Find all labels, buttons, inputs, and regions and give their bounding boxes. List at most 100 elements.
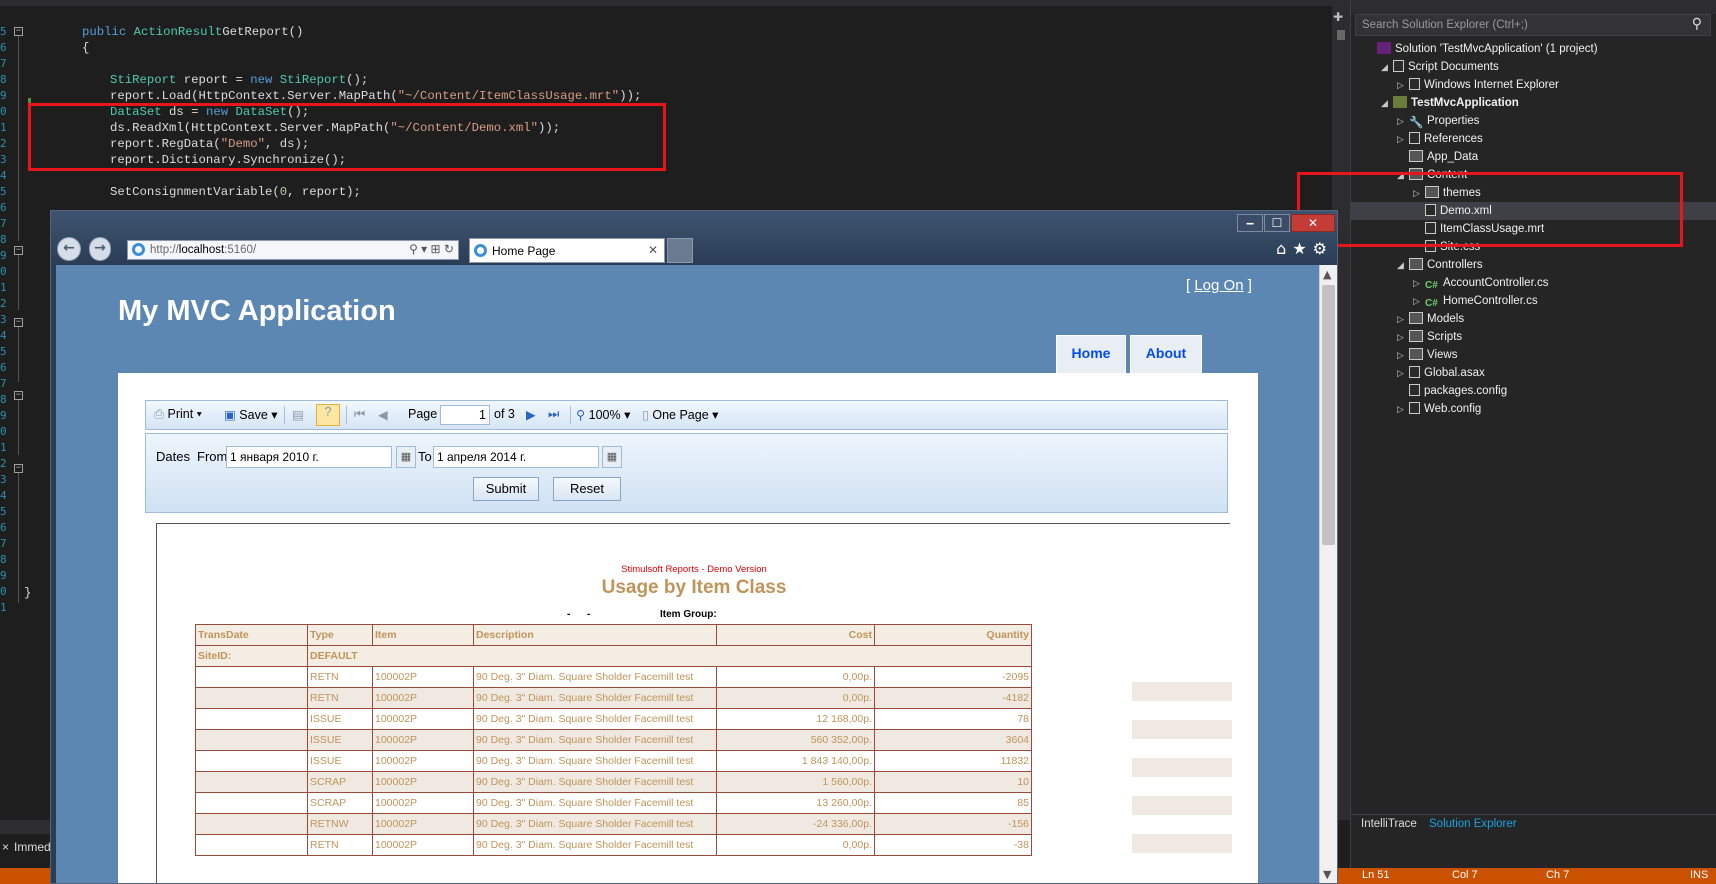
search-icon[interactable]: ⚲ [1692, 16, 1702, 32]
collapsed-arrow-icon[interactable]: ▷ [1397, 112, 1409, 130]
expanded-arrow-icon[interactable]: ◢ [1397, 256, 1409, 274]
tab-solution-explorer[interactable]: Solution Explorer [1429, 818, 1517, 830]
collapse-icon[interactable]: − [14, 318, 23, 327]
tree-item[interactable]: ◢ TestMvcApplication [1351, 94, 1716, 112]
menu-home[interactable]: Home [1056, 335, 1126, 373]
row-shading [1132, 720, 1232, 739]
to-date-input[interactable]: 1 апреля 2014 г. [433, 446, 599, 468]
tree-item[interactable]: ▷ Models [1351, 310, 1716, 328]
solution-explorer-toolbar[interactable] [1351, 0, 1716, 14]
back-button[interactable]: ← [57, 237, 81, 261]
table-cell-cost: 12 168,00р. [716, 708, 875, 730]
close-window-button[interactable]: ✕ [1291, 214, 1335, 232]
tree-item[interactable]: packages.config [1351, 382, 1716, 400]
submit-button[interactable]: Submit [473, 477, 539, 501]
collapsed-arrow-icon[interactable]: ▷ [1413, 274, 1425, 292]
tree-item[interactable]: ▷ Web.config [1351, 400, 1716, 418]
menu-about[interactable]: About [1130, 335, 1202, 373]
tab-home-page[interactable]: Home Page ✕ [469, 238, 665, 263]
status-column: Col 7 [1452, 869, 1478, 881]
tree-item[interactable]: App_Data [1351, 148, 1716, 166]
next-page-icon[interactable]: ▶ [526, 407, 536, 422]
gear-icon[interactable]: ⚙ [1313, 239, 1333, 258]
scrollbar-thumb[interactable] [1322, 285, 1335, 545]
tree-item[interactable]: ◢ Controllers [1351, 256, 1716, 274]
code-line[interactable]: StiReport report = new StiReport(); [110, 72, 368, 88]
tree-item[interactable]: ▷ References [1351, 130, 1716, 148]
save-button[interactable]: ▣ Save ▾ [224, 407, 278, 422]
logon-link[interactable]: Log On [1194, 277, 1243, 294]
tree-item[interactable]: ▷ 🔧 Properties [1351, 112, 1716, 130]
table-cell-date [195, 666, 308, 688]
close-tab-icon[interactable]: ✕ [648, 243, 658, 257]
bookmarks-icon[interactable]: ▤ [292, 407, 304, 422]
collapse-icon[interactable]: − [14, 246, 23, 255]
scroll-down-icon[interactable]: ▼ [1323, 868, 1331, 881]
close-icon[interactable]: × [2, 840, 9, 854]
address-bar[interactable]: http://localhost:5160/ ⚲ ▾ ⊞ ↻ [127, 240, 459, 260]
print-button[interactable]: ⎙ Print ▾ [154, 407, 202, 422]
maximize-button[interactable]: ☐ [1264, 214, 1290, 232]
collapsed-arrow-icon[interactable]: ▷ [1397, 364, 1409, 382]
collapse-icon[interactable]: − [14, 27, 23, 36]
tree-item[interactable]: ▷ C# HomeController.cs [1351, 292, 1716, 310]
split-editor-icon[interactable]: ✚ [1333, 10, 1343, 24]
collapsed-arrow-icon[interactable]: ▷ [1413, 292, 1425, 310]
last-page-icon[interactable]: ⏭ [548, 407, 559, 422]
collapse-icon[interactable]: − [14, 464, 23, 473]
first-page-icon[interactable]: ⏮ [354, 407, 365, 422]
favorites-star-icon[interactable]: ★ [1292, 239, 1312, 258]
table-cell-qty: 3604 [874, 729, 1032, 751]
expanded-arrow-icon[interactable]: ◢ [1381, 94, 1393, 112]
collapsed-arrow-icon[interactable]: ▷ [1397, 130, 1409, 148]
tree-item[interactable]: ▷ Views [1351, 346, 1716, 364]
tree-item[interactable]: ◢ Script Documents [1351, 58, 1716, 76]
highlight-box-files [1297, 172, 1683, 247]
code-line[interactable]: public ActionResultGetReport() [82, 24, 303, 40]
row-shading [1132, 682, 1232, 701]
parameters-toggle-button[interactable]: ? [316, 404, 340, 426]
date-dash: - [567, 609, 571, 620]
zoom-dropdown[interactable]: ⚲ 100% ▾ [576, 407, 630, 422]
tree-item-label: Solution 'TestMvcApplication' (1 project… [1395, 43, 1598, 55]
tree-item[interactable]: ▷ Global.asax [1351, 364, 1716, 382]
from-date-input[interactable]: 1 января 2010 г. [226, 446, 392, 468]
minimize-button[interactable]: ‒ [1237, 214, 1263, 232]
collapsed-arrow-icon[interactable]: ▷ [1397, 328, 1409, 346]
solution-search-input[interactable]: Search Solution Explorer (Ctrl+;) ⚲ [1355, 14, 1711, 36]
tree-item[interactable]: Solution 'TestMvcApplication' (1 project… [1351, 40, 1716, 58]
group-header-row: SiteID: DEFAULT [195, 645, 1032, 667]
collapse-icon[interactable]: − [14, 391, 23, 400]
code-line[interactable]: SetConsignmentVariable(0, report); [110, 184, 361, 200]
closing-brace: } [24, 586, 32, 600]
new-tab-button[interactable] [667, 238, 693, 263]
home-icon[interactable]: ⌂ [1276, 239, 1292, 258]
code-line[interactable]: { [82, 40, 89, 56]
address-tools-icon[interactable]: ⚲ ▾ ⊞ ↻ [409, 242, 454, 256]
address-url: http://localhost:5160/ [150, 244, 257, 256]
expanded-arrow-icon[interactable]: ◢ [1381, 58, 1393, 76]
prev-page-icon[interactable]: ◀ [378, 407, 388, 422]
collapsed-arrow-icon[interactable]: ▷ [1397, 310, 1409, 328]
calendar-icon[interactable]: ▦ [602, 446, 622, 468]
forward-button[interactable]: → [89, 237, 111, 261]
editor-tab-strip[interactable] [0, 0, 1350, 6]
site-id-label: SiteID: [195, 645, 308, 667]
scrollbar-thumb[interactable] [1337, 30, 1345, 40]
browser-toolbar-icons[interactable]: ⌂★⚙ [1276, 239, 1333, 258]
tree-item[interactable]: ▷ Windows Internet Explorer [1351, 76, 1716, 94]
view-mode-dropdown[interactable]: ▯ One Page ▾ [642, 407, 718, 422]
page-number-input[interactable]: 1 [440, 405, 490, 425]
tree-item[interactable]: ▷ C# AccountController.cs [1351, 274, 1716, 292]
tree-item[interactable]: ▷ Scripts [1351, 328, 1716, 346]
browser-vertical-scrollbar[interactable]: ▲ ▼ [1319, 265, 1337, 883]
collapsed-arrow-icon[interactable]: ▷ [1397, 346, 1409, 364]
code-line[interactable]: report.Load(HttpContext.Server.MapPath("… [110, 88, 641, 104]
calendar-icon[interactable]: ▦ [396, 446, 416, 468]
collapsed-arrow-icon[interactable]: ▷ [1397, 76, 1409, 94]
tab-intellitrace[interactable]: IntelliTrace [1361, 818, 1417, 830]
collapsed-arrow-icon[interactable]: ▷ [1397, 400, 1409, 418]
reset-button[interactable]: Reset [553, 477, 621, 501]
scroll-up-icon[interactable]: ▲ [1323, 268, 1331, 281]
magnifier-icon: ⚲ [576, 408, 586, 422]
